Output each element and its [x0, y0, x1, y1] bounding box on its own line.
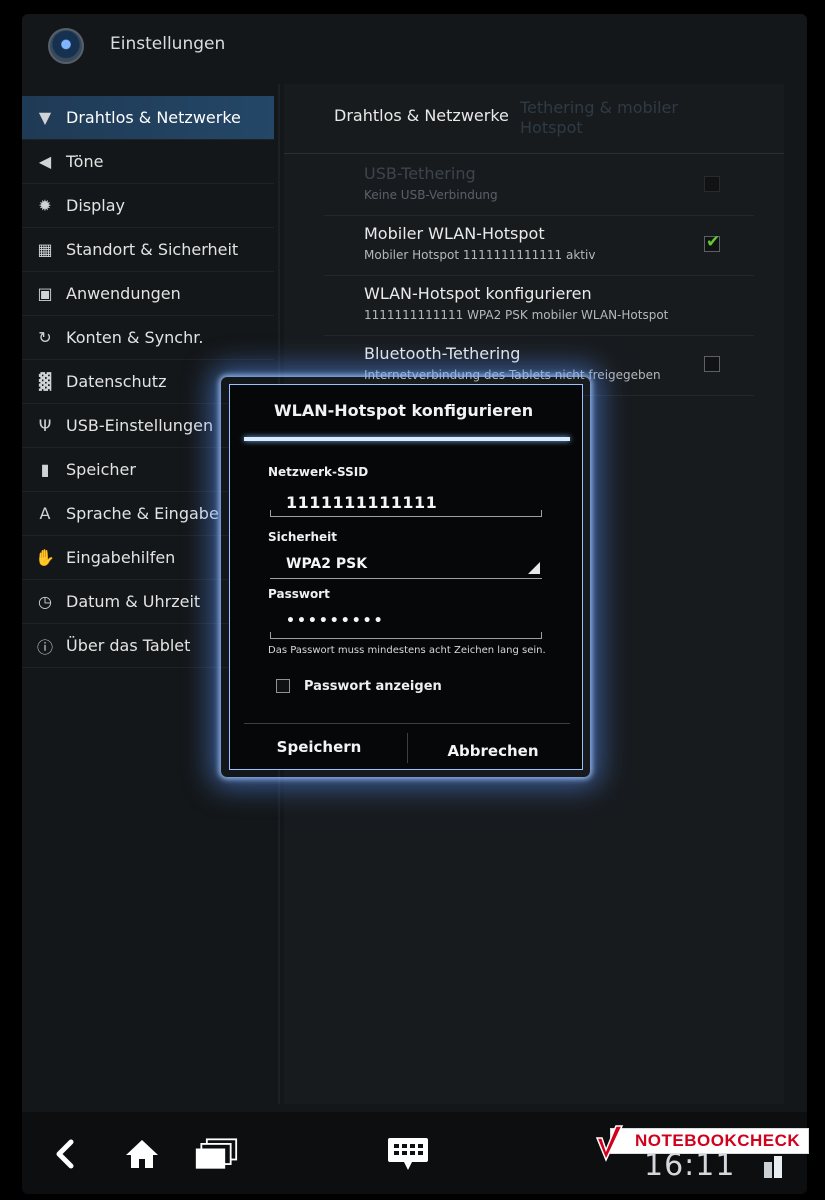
sidebar-item-label: USB-Einstellungen	[66, 416, 214, 435]
pref-summary: Keine USB-Verbindung	[364, 188, 498, 202]
usb-icon: Ψ	[38, 416, 52, 435]
dialog-title: WLAN-Hotspot konfigurieren	[274, 401, 534, 420]
sidebar-item-label: Sprache & Eingabe	[66, 504, 219, 523]
info-icon: ⓘ	[36, 637, 53, 657]
app-title: Einstellungen	[110, 34, 226, 54]
sdcard-icon: ▮	[40, 460, 50, 479]
ssid-label: Netzwerk-SSID	[268, 465, 369, 479]
dropdown-triangle-icon	[528, 562, 540, 574]
show-password-row[interactable]: Passwort anzeigen	[276, 677, 442, 695]
sidebar-item-label: Töne	[66, 152, 104, 171]
ssid-input[interactable]: 1111111111111	[270, 489, 542, 517]
apps-icon: ▣	[37, 284, 53, 303]
sidebar-item-label: Display	[66, 196, 125, 215]
clock-icon: ◷	[38, 592, 52, 611]
sidebar-item-label: Konten & Synchr.	[66, 328, 204, 347]
show-password-label: Passwort anzeigen	[304, 678, 442, 694]
sidebar-item-label: Datum & Uhrzeit	[66, 592, 201, 611]
pref-title: Mobiler WLAN-Hotspot	[364, 224, 545, 243]
notebookcheck-watermark: NOTEBOOKCHECK	[590, 1122, 810, 1170]
pref-title: WLAN-Hotspot konfigurieren	[364, 284, 592, 303]
security-select[interactable]: WPA2 PSK	[270, 551, 542, 579]
sidebar-item-label: Anwendungen	[66, 284, 181, 303]
pref-title: USB-Tethering	[364, 164, 476, 183]
sidebar-item-5[interactable]: ↻ Konten & Synchr.	[22, 316, 274, 360]
save-button[interactable]: Speichern	[244, 727, 394, 767]
language-icon: A	[39, 504, 51, 523]
tab-drahtlos-netzwerke[interactable]: Drahtlos & Netzwerke	[334, 106, 509, 125]
ssid-value: 1111111111111	[286, 493, 438, 512]
password-label: Passwort	[268, 587, 330, 601]
sidebar-item-2[interactable]: ✹ Display	[22, 184, 274, 228]
hand-icon: ✋	[35, 548, 55, 567]
speaker-icon: ◀	[38, 152, 52, 171]
sidebar-item-label: Eingabehilfen	[66, 548, 176, 567]
settings-app-icon[interactable]	[48, 28, 84, 64]
privacy-icon: ▓	[38, 372, 52, 391]
brightness-icon: ✹	[38, 196, 52, 215]
show-password-checkbox[interactable]	[276, 679, 290, 693]
home-button[interactable]	[120, 1132, 164, 1176]
action-bar: Einstellungen	[22, 14, 807, 82]
sidebar-item-label: Drahtlos & Netzwerke	[66, 108, 241, 127]
pref-checkbox[interactable]	[704, 356, 720, 372]
watermark-text: NOTEBOOKCHECK	[610, 1128, 810, 1154]
pref-checkbox[interactable]	[704, 232, 720, 252]
sidebar-item-label: Standort & Sicherheit	[66, 240, 239, 259]
pref-summary: 1111111111111 WPA2 PSK mobiler WLAN-Hots…	[364, 308, 669, 322]
tab-tethering-hotspot[interactable]: Tethering & mobiler Hotspot	[520, 98, 720, 138]
pref-checkbox	[704, 176, 720, 192]
pref-row-1[interactable]: Mobiler WLAN-Hotspot Mobiler Hotspot 1111…	[324, 216, 754, 276]
password-hint: Das Passwort muss mindestens acht Zeiche…	[268, 645, 546, 656]
password-input[interactable]: •••••••••	[270, 611, 542, 639]
recent-apps-icon	[195, 1138, 238, 1169]
wifi-icon: ▼	[38, 108, 52, 127]
password-value: •••••••••	[286, 613, 385, 629]
sidebar-item-4[interactable]: ▣ Anwendungen	[22, 272, 274, 316]
security-value: WPA2 PSK	[286, 556, 368, 572]
grid-icon: ▦	[37, 240, 53, 259]
breadcrumb-tabs: Drahtlos & Netzwerke Tethering & mobiler…	[284, 84, 784, 154]
sidebar-item-0[interactable]: ▼ Drahtlos & Netzwerke	[22, 96, 274, 140]
watermark-check-logo	[595, 1125, 624, 1162]
keyboard-button[interactable]	[386, 1132, 430, 1176]
sidebar-item-3[interactable]: ▦ Standort & Sicherheit	[22, 228, 274, 272]
pref-summary: Mobiler Hotspot 1111111111111 aktiv	[364, 248, 596, 262]
sidebar-item-1[interactable]: ◀ Töne	[22, 140, 274, 184]
pref-row-0: USB-Tethering Keine USB-Verbindung	[324, 156, 754, 216]
sync-icon: ↻	[38, 328, 52, 347]
pref-title: Bluetooth-Tethering	[364, 344, 521, 363]
home-icon	[126, 1140, 158, 1168]
hotspot-config-dialog: WLAN-Hotspot konfigurieren Netzwerk-SSID…	[229, 384, 583, 770]
security-label: Sicherheit	[268, 530, 337, 544]
back-button[interactable]	[44, 1132, 88, 1176]
pref-row-2[interactable]: WLAN-Hotspot konfigurieren 1111111111111 …	[324, 276, 754, 336]
sidebar-item-label: Datenschutz	[66, 372, 167, 391]
sidebar-item-label: Speicher	[66, 460, 136, 479]
recent-apps-button[interactable]	[194, 1132, 238, 1176]
button-bar-divider	[244, 723, 570, 724]
back-icon	[56, 1139, 74, 1169]
sidebar-item-label: Über das Tablet	[66, 636, 191, 655]
dialog-title-divider	[244, 437, 570, 441]
cancel-button[interactable]: Abbrechen	[408, 731, 578, 771]
keyboard-icon	[388, 1138, 428, 1170]
